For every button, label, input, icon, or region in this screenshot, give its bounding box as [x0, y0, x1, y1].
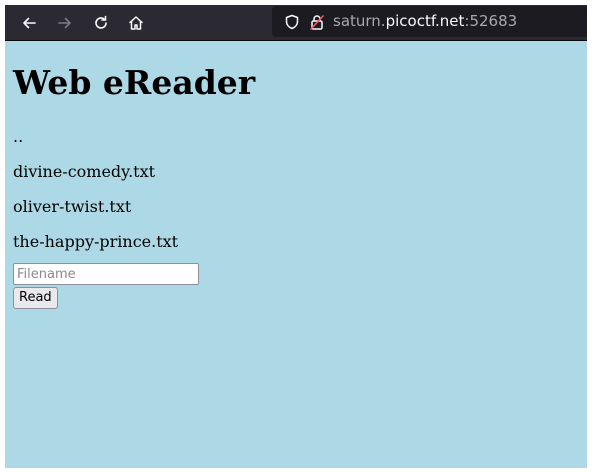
- url-prefix: saturn.: [333, 12, 386, 30]
- forward-button[interactable]: [52, 10, 78, 36]
- link-the-happy-prince[interactable]: the-happy-prince.txt: [13, 232, 178, 252]
- back-button[interactable]: [16, 10, 42, 36]
- url-port: :52683: [464, 12, 518, 30]
- reload-icon: [95, 15, 107, 29]
- home-button[interactable]: [123, 10, 149, 36]
- page-title: Web eReader: [13, 63, 256, 102]
- filename-input[interactable]: [13, 263, 199, 285]
- back-arrow-icon: [23, 17, 36, 29]
- home-icon: [129, 16, 143, 30]
- shield-icon[interactable]: [284, 14, 300, 30]
- url-text[interactable]: saturn.picoctf.net:52683: [333, 12, 517, 31]
- reload-button[interactable]: [88, 10, 114, 36]
- url-bar[interactable]: saturn.picoctf.net:52683: [272, 6, 587, 37]
- browser-window: saturn.picoctf.net:52683 Web eReader .. …: [5, 5, 587, 468]
- browser-toolbar: saturn.picoctf.net:52683: [5, 5, 587, 41]
- read-button[interactable]: Read: [13, 287, 58, 309]
- link-oliver-twist[interactable]: oliver-twist.txt: [13, 197, 131, 217]
- link-parent-directory[interactable]: ..: [13, 127, 23, 147]
- lock-icon[interactable]: [309, 14, 325, 30]
- url-domain: picoctf.net: [385, 12, 465, 30]
- forward-arrow-icon: [58, 17, 71, 29]
- link-divine-comedy[interactable]: divine-comedy.txt: [13, 162, 155, 182]
